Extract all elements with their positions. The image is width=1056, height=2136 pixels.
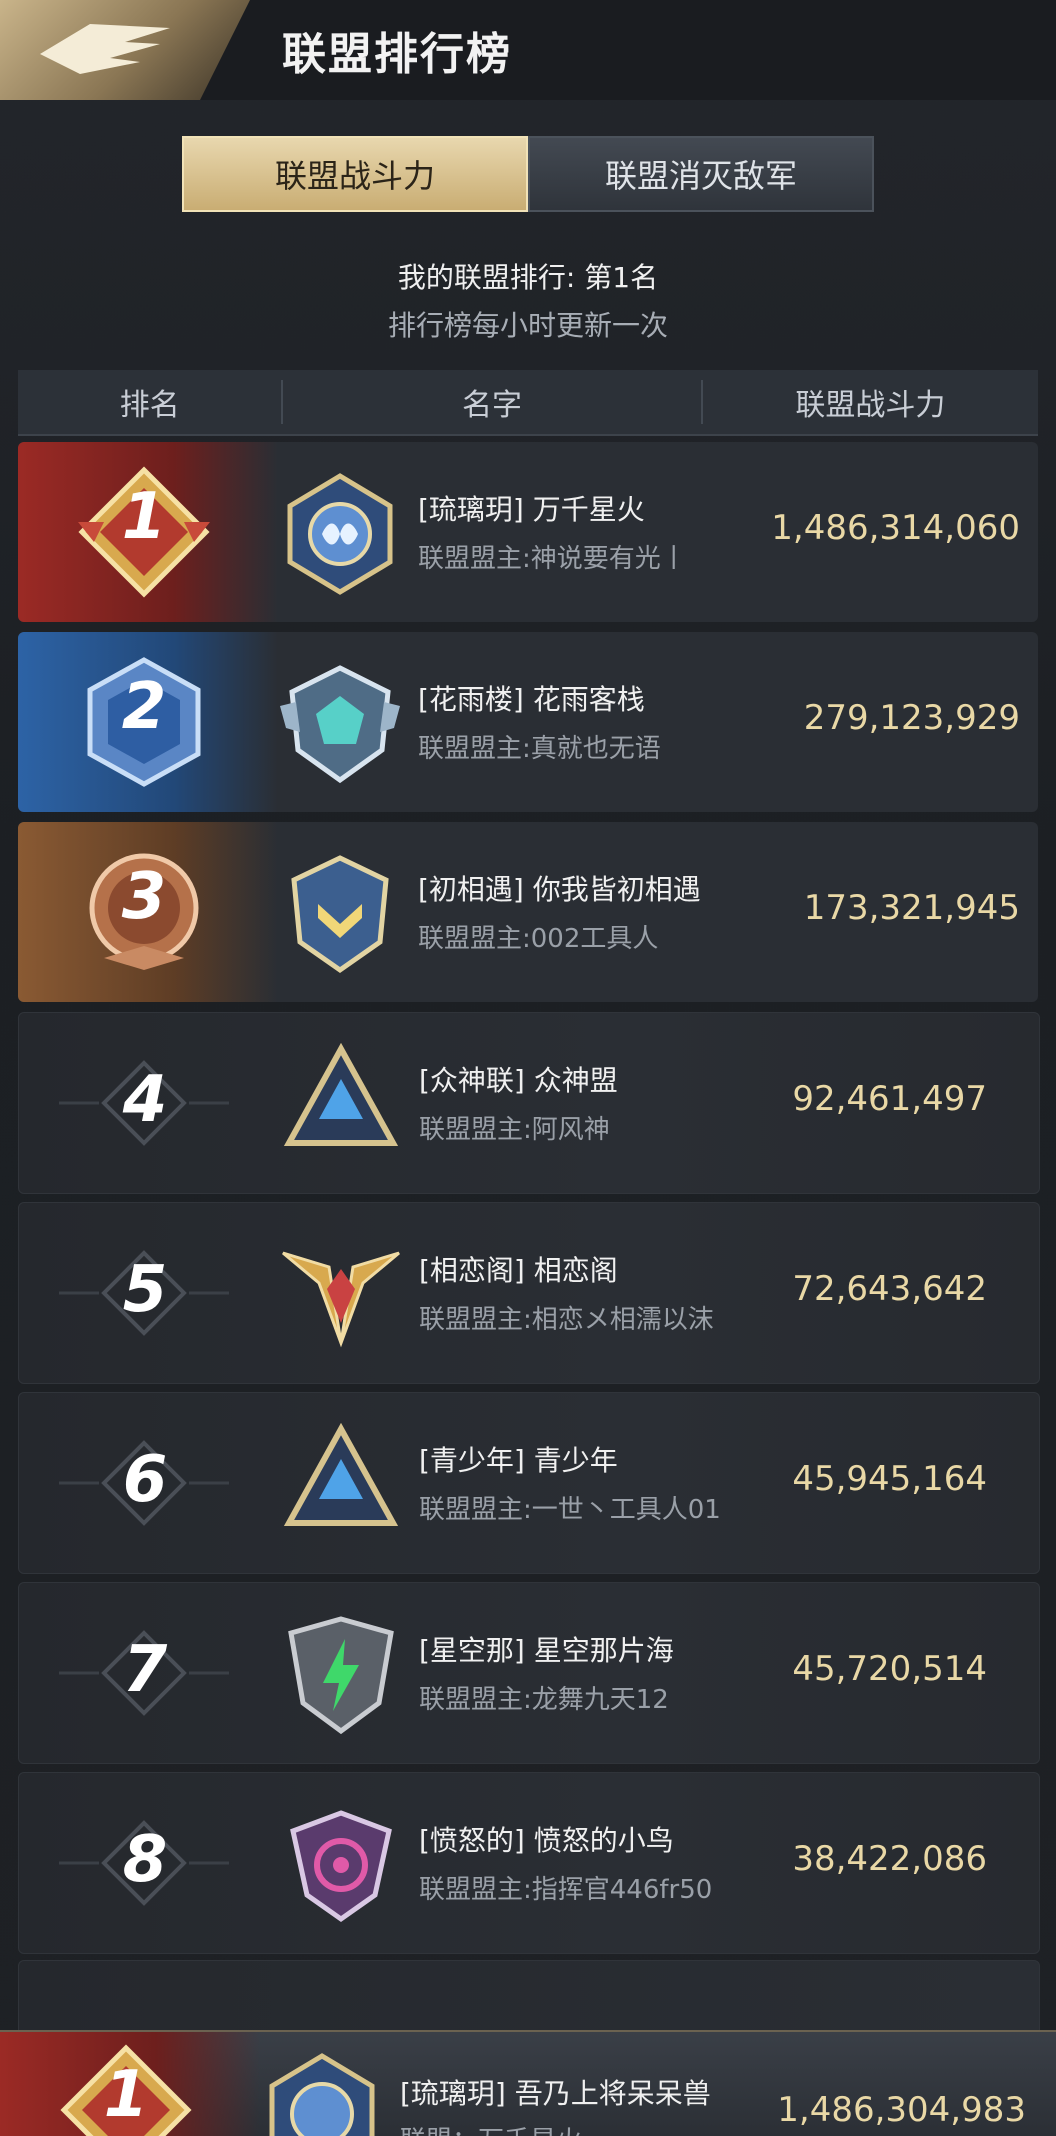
alliance-power: 279,123,929 — [803, 698, 1020, 738]
table-row[interactable]: 8 [愤怒的] 愤怒的小鸟 联盟盟主:指挥官446fr50 38,422,086 — [18, 1772, 1040, 1954]
alliance-emblem-icon — [288, 1616, 394, 1735]
alliance-leader: 联盟盟主:002工具人 — [418, 924, 659, 954]
header-name: 名字 — [281, 380, 703, 424]
table-row[interactable]: 7 [星空那] 星空那片海 联盟盟主:龙舞九天12 45,720,514 — [18, 1582, 1040, 1764]
rank-number: 7 — [122, 1633, 168, 1707]
alliance-emblem-icon — [282, 1251, 400, 1348]
tab-bar: 联盟战斗力 联盟消灭敌军 — [182, 136, 874, 212]
rank-number: 4 — [122, 1063, 168, 1137]
header-power: 联盟战斗力 — [795, 388, 946, 423]
back-logo-button[interactable] — [0, 0, 250, 100]
table-row[interactable]: 2 [花雨楼] 花雨客栈 联盟盟主:真就也无语 279,123,929 — [18, 632, 1038, 812]
table-header: 排名 名字 联盟战斗力 — [18, 370, 1038, 436]
alliance-emblem-icon — [287, 473, 393, 595]
alliance-emblem-icon — [290, 1810, 392, 1923]
alliance-name: [琉璃玥] 万千星火 — [418, 493, 645, 526]
alliance-emblem-icon — [291, 855, 389, 974]
alliance-power: 45,720,514 — [792, 1649, 987, 1689]
alliance-emblem-icon — [283, 1043, 399, 1146]
rank-number: 6 — [122, 1443, 168, 1517]
alliance-name: [初相遇] 你我皆初相遇 — [418, 873, 701, 906]
table-row[interactable]: 3 [初相遇] 你我皆初相遇 联盟盟主:002工具人 173,321,945 — [18, 822, 1038, 1002]
alliance-emblem-icon — [269, 2053, 375, 2136]
rank-number: 5 — [122, 1253, 168, 1327]
alliance-leader: 联盟盟主:真就也无语 — [418, 734, 661, 764]
table-row[interactable]: 5 [相恋阁] 相恋阁 联盟盟主:相恋メ相濡以沫 72,643,642 — [18, 1202, 1040, 1384]
my-alliance-rank: 我的联盟排行: 第1名 — [397, 261, 659, 294]
alliance-leader: 联盟盟主:相恋メ相濡以沫 — [419, 1305, 714, 1335]
alliance-leader: 联盟盟主:指挥官446fr50 — [419, 1875, 713, 1905]
alliance-power: 72,643,642 — [792, 1269, 987, 1309]
alliance-power: 1,486,314,060 — [771, 508, 1020, 548]
alliance-leader: 联盟盟主:龙舞九天12 — [419, 1685, 669, 1715]
table-row[interactable]: 1 [琉璃玥] 万千星火 联盟盟主:神说要有光丨 1,486,314,060 — [18, 442, 1038, 622]
my-alliance-bar[interactable]: 1 [琉璃玥] 吾乃上将呆呆兽 联盟：万千星火 1,486,304,983 — [0, 2030, 1056, 2136]
rank-number: 8 — [122, 1823, 168, 1897]
header-rank: 排名 — [119, 388, 180, 423]
alliance-emblem-icon — [280, 665, 400, 784]
alliance-power: 92,461,497 — [792, 1079, 987, 1119]
alliance-power: 38,422,086 — [792, 1839, 987, 1879]
tab-alliance-kills[interactable]: 联盟消灭敌军 — [528, 136, 874, 212]
eagle-wing-icon — [40, 24, 170, 74]
rank-number: 1 — [121, 480, 167, 554]
alliance-name: [星空那] 星空那片海 — [419, 1634, 674, 1667]
table-row[interactable]: 4 [众神联] 众神盟 联盟盟主:阿风神 92,461,497 — [18, 1012, 1040, 1194]
my-player-name: [琉璃玥] 吾乃上将呆呆兽 — [400, 2077, 711, 2110]
rank-number: 2 — [121, 670, 167, 744]
alliance-power: 45,945,164 — [792, 1459, 987, 1499]
alliance-name: [青少年] 青少年 — [419, 1444, 618, 1477]
alliance-leader: 联盟盟主:阿风神 — [419, 1115, 610, 1145]
alliance-leader: 联盟盟主:一世丶工具人01 — [419, 1495, 721, 1525]
rank-number: 1 — [103, 2058, 149, 2132]
top-bar: 联盟排行榜 — [0, 0, 1056, 100]
table-row[interactable]: 6 [青少年] 青少年 联盟盟主:一世丶工具人01 45,945,164 — [18, 1392, 1040, 1574]
page-title: 联盟排行榜 — [282, 29, 512, 80]
alliance-name: [相恋阁] 相恋阁 — [419, 1254, 618, 1287]
alliance-leader: 联盟盟主:神说要有光丨 — [418, 544, 687, 574]
my-power: 1,486,304,983 — [777, 2090, 1026, 2130]
alliance-name: [愤怒的] 愤怒的小鸟 — [419, 1824, 674, 1857]
alliance-name: [众神联] 众神盟 — [419, 1064, 618, 1097]
alliance-emblem-icon — [283, 1423, 399, 1526]
update-note: 排行榜每小时更新一次 — [387, 309, 668, 342]
rank-number: 3 — [121, 860, 167, 934]
alliance-power: 173,321,945 — [803, 888, 1020, 928]
tab-alliance-power[interactable]: 联盟战斗力 — [182, 136, 528, 212]
alliance-name: [花雨楼] 花雨客栈 — [418, 683, 645, 716]
